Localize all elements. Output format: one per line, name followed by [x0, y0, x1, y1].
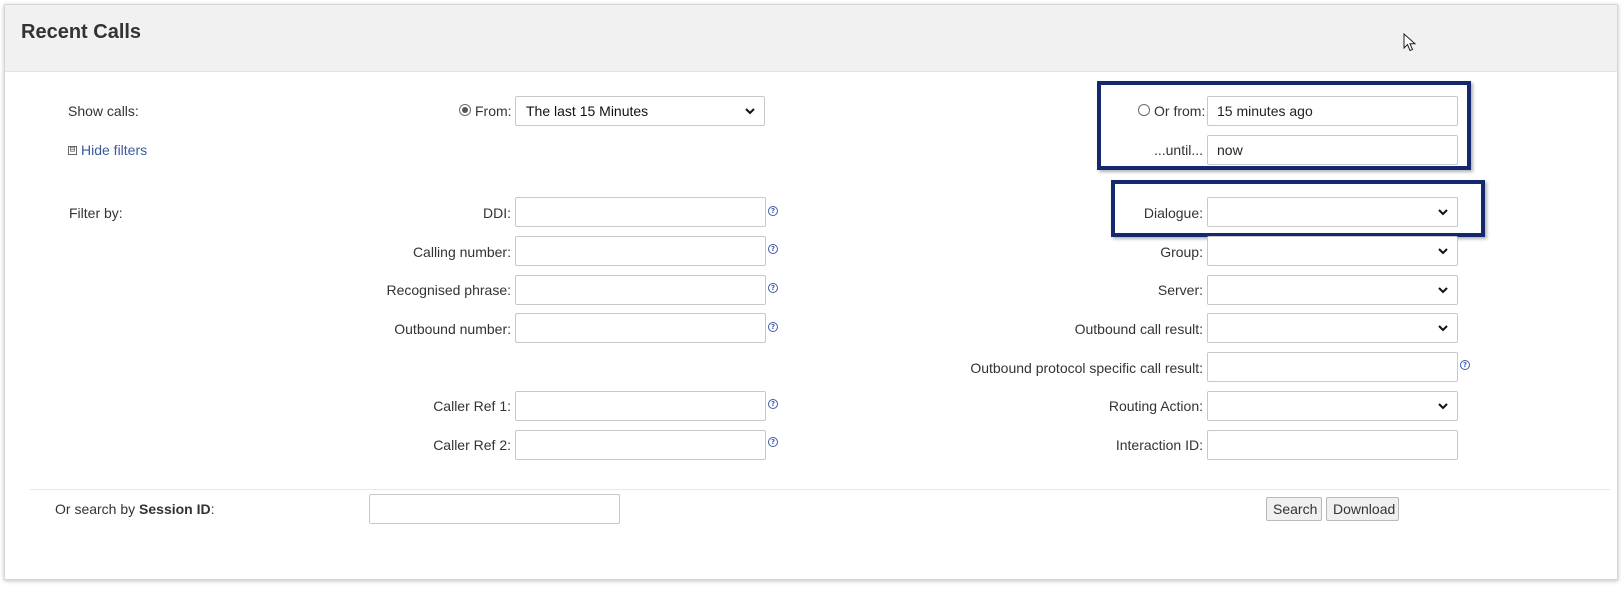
server-select[interactable] — [1207, 275, 1458, 305]
ddi-label: DDI: — [483, 205, 511, 221]
page-header: Recent Calls — [5, 5, 1617, 72]
recognised-phrase-input[interactable] — [515, 275, 766, 305]
outbound-protocol-result-input[interactable] — [1207, 352, 1458, 382]
outbound-number-label: Outbound number: — [394, 321, 511, 337]
caller-ref-1-input[interactable] — [515, 391, 766, 421]
calling-number-label: Calling number: — [412, 244, 511, 260]
outbound-protocol-result-label: Outbound protocol specific call result: — [970, 360, 1203, 376]
collapse-icon[interactable]: ⊟ — [68, 146, 77, 155]
hide-filters-link[interactable]: Hide filters — [81, 134, 147, 166]
from-label: From: — [475, 103, 512, 119]
group-select[interactable] — [1207, 236, 1458, 266]
interaction-id-input[interactable] — [1207, 430, 1458, 460]
routing-action-select[interactable] — [1207, 391, 1458, 421]
group-label: Group: — [1160, 244, 1203, 260]
mouse-pointer-icon — [1403, 33, 1417, 52]
outbound-protocol-result-help-icon[interactable]: ? — [1460, 360, 1470, 370]
calling-number-input[interactable] — [515, 236, 766, 266]
ddi-input[interactable] — [515, 197, 766, 227]
page-title: Recent Calls — [21, 21, 142, 43]
search-button[interactable]: Search — [1266, 497, 1322, 521]
filter-by-label: Filter by: — [69, 205, 123, 221]
show-calls-label: Show calls: — [68, 103, 139, 119]
interaction-id-label: Interaction ID: — [1115, 437, 1203, 453]
server-label: Server: — [1157, 282, 1203, 298]
from-preset-value: The last 15 Minutes — [526, 103, 649, 119]
from-preset-select[interactable]: The last 15 Minutes — [515, 96, 765, 126]
or-from-highlight-box — [1097, 81, 1471, 170]
session-search-prefix: Or search by — [55, 501, 140, 517]
outbound-number-help-icon[interactable]: ? — [768, 322, 778, 332]
outbound-call-result-label: Outbound call result: — [1074, 321, 1203, 337]
caller-ref-1-help-icon[interactable]: ? — [768, 399, 778, 409]
caller-ref-2-label: Caller Ref 2: — [433, 437, 511, 453]
caller-ref-2-help-icon[interactable]: ? — [768, 437, 778, 447]
outbound-call-result-select[interactable] — [1207, 313, 1458, 343]
calling-number-help-icon[interactable]: ? — [768, 244, 778, 254]
session-id-input[interactable] — [369, 494, 620, 524]
recognised-phrase-help-icon[interactable]: ? — [768, 283, 778, 293]
session-search-suffix: : — [210, 501, 215, 517]
chevron-down-icon — [1438, 248, 1448, 255]
caller-ref-2-input[interactable] — [515, 430, 766, 460]
from-preset-radio[interactable] — [459, 104, 471, 116]
session-id-bold: Session ID — [139, 501, 211, 517]
session-search-label: Or search by Session ID: — [55, 493, 215, 525]
chevron-down-icon — [1438, 325, 1448, 332]
divider — [30, 489, 1610, 490]
chevron-down-icon — [1438, 403, 1448, 410]
download-button[interactable]: Download — [1326, 497, 1399, 521]
recognised-phrase-label: Recognised phrase: — [386, 282, 511, 298]
caller-ref-1-label: Caller Ref 1: — [433, 398, 511, 414]
outbound-number-input[interactable] — [515, 313, 766, 343]
chevron-down-icon — [1438, 287, 1448, 294]
chevron-down-icon — [745, 108, 755, 115]
dialogue-highlight-box — [1111, 180, 1485, 237]
routing-action-label: Routing Action: — [1108, 398, 1203, 414]
ddi-help-icon[interactable]: ? — [768, 206, 778, 216]
